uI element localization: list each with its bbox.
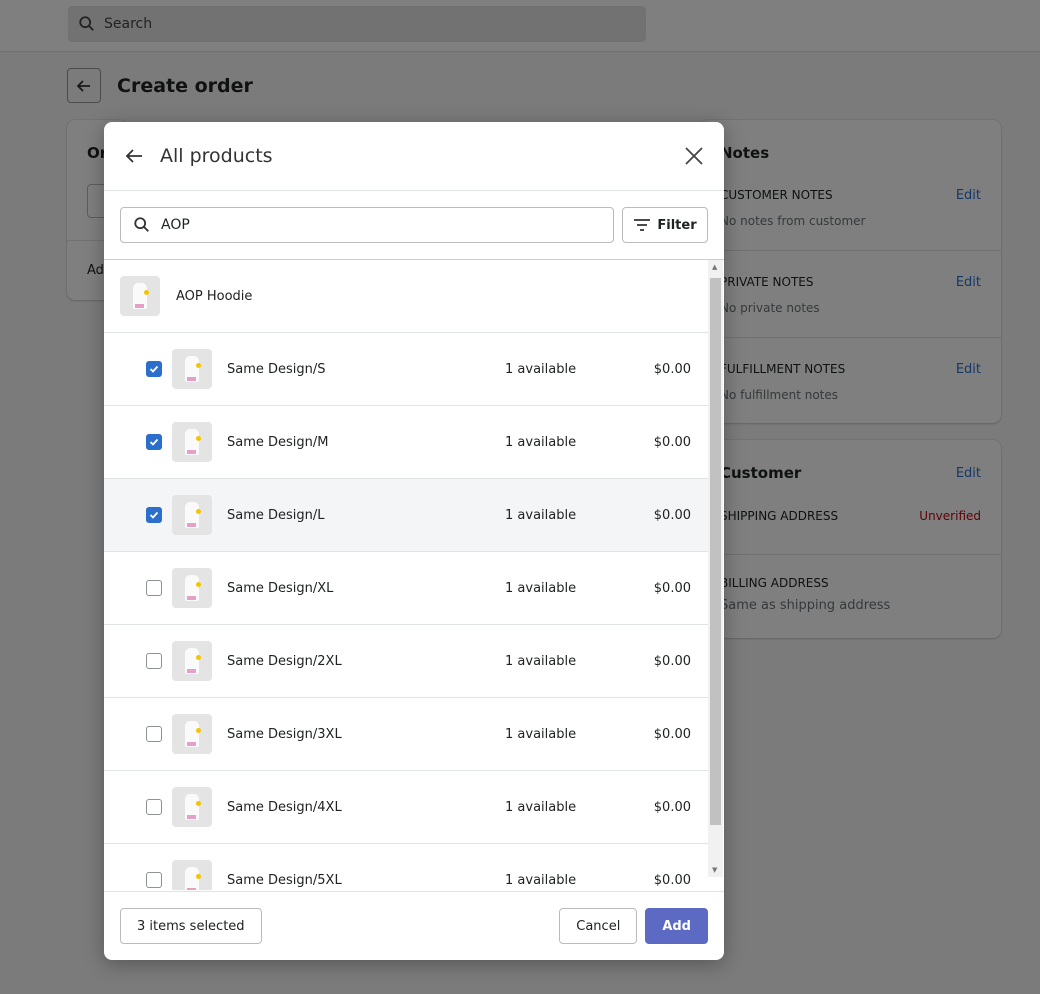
variant-thumbnail [172,349,212,389]
scroll-up-arrow-icon[interactable]: ▲ [712,263,717,271]
variant-row[interactable]: Same Design/S 1 available $0.00 [104,333,708,406]
variant-checkbox[interactable] [146,799,162,815]
cancel-button[interactable]: Cancel [559,908,638,944]
variant-checkbox[interactable] [146,872,162,888]
variant-checkbox[interactable] [146,361,162,377]
back-arrow-icon[interactable] [124,146,144,166]
variant-row[interactable]: Same Design/XL 1 available $0.00 [104,552,708,625]
variant-checkbox[interactable] [146,434,162,450]
variant-row[interactable]: Same Design/4XL 1 available $0.00 [104,771,708,844]
variant-thumbnail [172,641,212,681]
variant-price: $0.00 [653,726,691,742]
variant-name: Same Design/S [227,361,326,377]
product-picker-modal: All products AOP Filter AOP Hoodie Same … [104,122,724,960]
variant-availability: 1 available [505,726,577,742]
variant-name: Same Design/3XL [227,726,342,742]
variant-thumbnail [172,860,212,890]
variant-availability: 1 available [505,653,577,669]
checkmark-icon [149,438,159,446]
variant-availability: 1 available [505,507,577,523]
variant-name: Same Design/5XL [227,872,342,888]
variant-price: $0.00 [653,507,691,523]
product-thumbnail [120,276,160,316]
variant-availability: 1 available [505,361,577,377]
variant-price: $0.00 [653,580,691,596]
variant-name: Same Design/2XL [227,653,342,669]
scroll-down-arrow-icon[interactable]: ▼ [712,866,717,874]
filter-button[interactable]: Filter [622,207,708,243]
variant-name: Same Design/XL [227,580,334,596]
checkmark-icon [149,511,159,519]
variant-thumbnail [172,714,212,754]
variant-row[interactable]: Same Design/M 1 available $0.00 [104,406,708,479]
scrollbar-thumb[interactable] [710,278,721,825]
variant-name: Same Design/M [227,434,329,450]
variant-thumbnail [172,568,212,608]
variant-thumbnail [172,422,212,462]
product-search-input[interactable]: AOP [120,207,614,243]
variant-name: Same Design/L [227,507,325,523]
scrollbar[interactable]: ▲ ▼ [708,260,723,877]
variant-thumbnail [172,787,212,827]
product-name: AOP Hoodie [176,288,253,304]
variant-row[interactable]: Same Design/L 1 available $0.00 [104,479,708,552]
search-icon [134,217,149,232]
variant-thumbnail [172,495,212,535]
variant-row[interactable]: Same Design/3XL 1 available $0.00 [104,698,708,771]
variant-availability: 1 available [505,872,577,888]
variant-checkbox[interactable] [146,580,162,596]
variant-name: Same Design/4XL [227,799,342,815]
variant-price: $0.00 [653,361,691,377]
variant-availability: 1 available [505,799,577,815]
variant-row[interactable]: Same Design/5XL 1 available $0.00 [104,844,708,890]
product-list: AOP Hoodie Same Design/S 1 available $0.… [104,260,708,890]
search-value: AOP [161,217,190,233]
add-button[interactable]: Add [645,908,708,944]
filter-icon [634,219,651,231]
variant-checkbox[interactable] [146,507,162,523]
variant-price: $0.00 [653,653,691,669]
variant-checkbox[interactable] [146,653,162,669]
variant-checkbox[interactable] [146,726,162,742]
items-selected-button[interactable]: 3 items selected [120,908,262,944]
variant-row[interactable]: Same Design/2XL 1 available $0.00 [104,625,708,698]
modal-title: All products [160,145,273,167]
variant-availability: 1 available [505,434,577,450]
variant-price: $0.00 [653,434,691,450]
close-icon[interactable] [684,146,704,166]
variant-availability: 1 available [505,580,577,596]
variant-price: $0.00 [653,799,691,815]
filter-label: Filter [657,217,697,233]
product-row[interactable]: AOP Hoodie [104,260,708,333]
checkmark-icon [149,365,159,373]
variant-price: $0.00 [653,872,691,888]
